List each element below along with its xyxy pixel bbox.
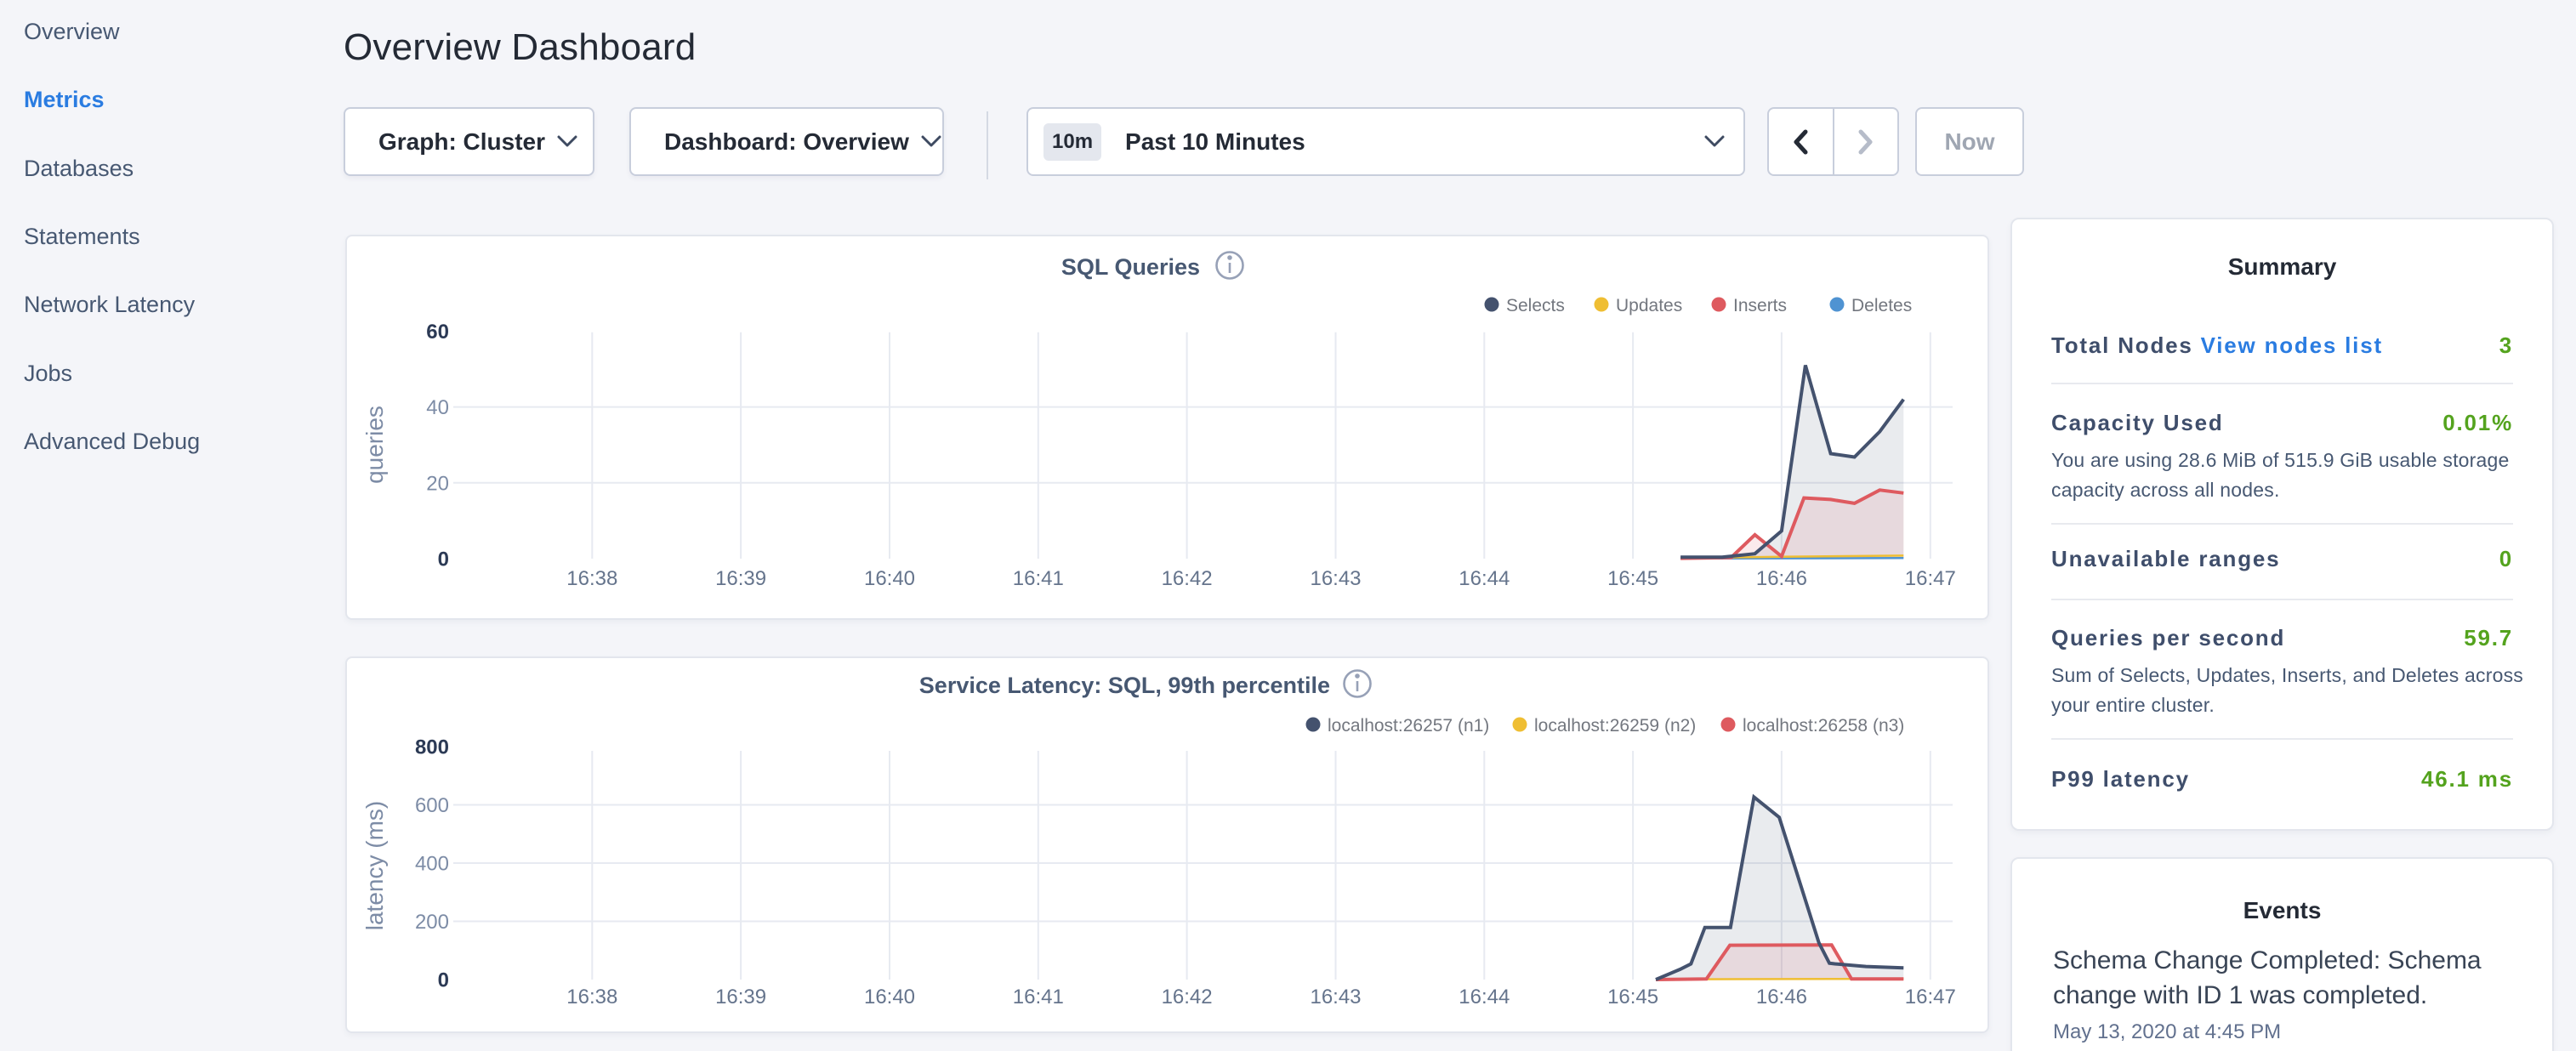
svg-text:0: 0 [438, 969, 449, 992]
svg-text:Service Latency: SQL, 99th per: Service Latency: SQL, 99th percentile [919, 673, 1330, 698]
svg-text:16:47: 16:47 [1905, 986, 1956, 1008]
svg-text:16:38: 16:38 [566, 567, 617, 590]
svg-text:16:43: 16:43 [1310, 986, 1361, 1008]
svg-text:16:45: 16:45 [1607, 567, 1658, 590]
svg-text:16:45: 16:45 [1607, 986, 1658, 1008]
svg-text:16:44: 16:44 [1459, 567, 1510, 590]
svg-text:localhost:26258 (n3): localhost:26258 (n3) [1743, 716, 1904, 736]
svg-text:Selects: Selects [1506, 296, 1565, 315]
svg-text:800: 800 [415, 736, 449, 759]
svg-text:Updates: Updates [1616, 296, 1682, 315]
svg-text:16:41: 16:41 [1013, 567, 1064, 590]
svg-text:localhost:26259 (n2): localhost:26259 (n2) [1534, 716, 1696, 736]
svg-text:0: 0 [438, 548, 449, 571]
svg-text:Deletes: Deletes [1851, 296, 1912, 315]
svg-text:localhost:26257 (n1): localhost:26257 (n1) [1328, 716, 1489, 736]
svg-text:Inserts: Inserts [1733, 296, 1787, 315]
svg-text:400: 400 [415, 853, 449, 876]
svg-text:16:42: 16:42 [1162, 567, 1213, 590]
svg-text:60: 60 [426, 321, 449, 344]
svg-text:16:46: 16:46 [1756, 567, 1807, 590]
svg-text:16:44: 16:44 [1459, 986, 1510, 1008]
svg-text:40: 40 [426, 396, 449, 419]
svg-text:16:39: 16:39 [715, 567, 766, 590]
svg-text:16:40: 16:40 [864, 567, 915, 590]
svg-text:16:43: 16:43 [1310, 567, 1361, 590]
svg-text:16:46: 16:46 [1756, 986, 1807, 1008]
svg-text:16:41: 16:41 [1013, 986, 1064, 1008]
svg-text:200: 200 [415, 911, 449, 934]
svg-text:20: 20 [426, 472, 449, 495]
svg-text:16:38: 16:38 [566, 986, 617, 1008]
svg-text:16:42: 16:42 [1162, 986, 1213, 1008]
svg-text:queries: queries [361, 406, 388, 484]
svg-text:16:39: 16:39 [715, 986, 766, 1008]
svg-text:SQL Queries: SQL Queries [1061, 254, 1200, 280]
svg-text:16:40: 16:40 [864, 986, 915, 1008]
svg-text:600: 600 [415, 794, 449, 817]
svg-text:16:47: 16:47 [1905, 567, 1956, 590]
svg-text:latency (ms): latency (ms) [361, 801, 388, 930]
